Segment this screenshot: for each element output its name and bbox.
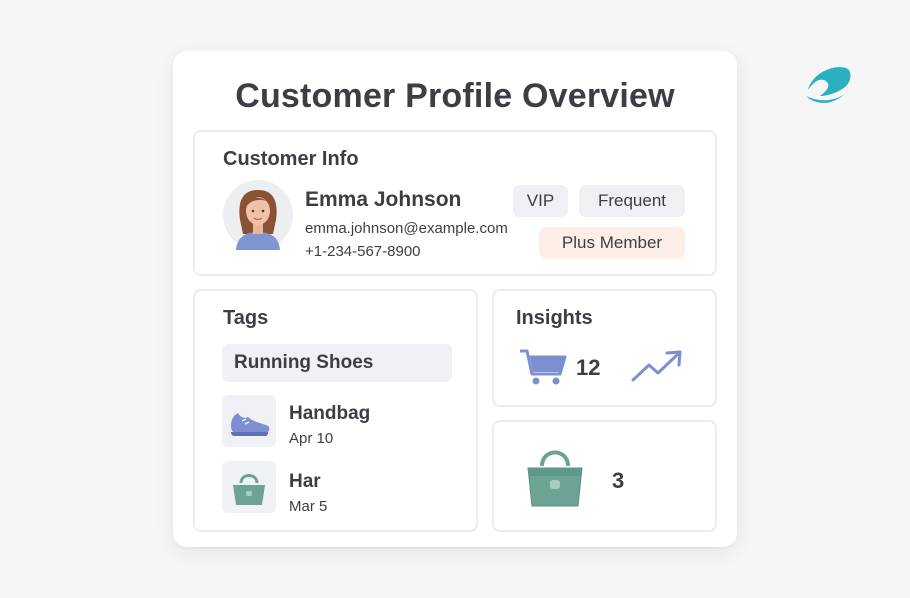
list-item-date: Apr 10 — [289, 430, 334, 447]
customer-info-heading: Customer Info — [223, 148, 359, 170]
customer-phone: +1-234-567-8900 — [305, 243, 421, 260]
tag-running-shoes[interactable]: Running Shoes — [222, 344, 452, 382]
insights-heading: Insights — [516, 307, 593, 329]
badge-plus-member: Plus Member — [539, 227, 685, 259]
bag-stats-panel: 3 — [492, 420, 717, 532]
list-item-name: Har — [289, 471, 321, 492]
shoe-icon — [231, 413, 270, 436]
customer-info-panel: Customer Info Emma Johnson emma.johnson@… — [193, 130, 717, 276]
bag-count: 3 — [612, 468, 625, 493]
tags-heading: Tags — [223, 307, 269, 329]
list-item-icon — [222, 395, 276, 447]
handbag-icon — [527, 450, 583, 507]
avatar — [223, 180, 293, 250]
profile-card: Customer Profile Overview Customer Info … — [173, 51, 737, 547]
cart-count: 12 — [576, 355, 601, 380]
list-item-icon — [222, 461, 276, 513]
list-item-date: Mar 5 — [289, 498, 328, 515]
badge-frequent: Frequent — [579, 185, 685, 217]
insights-panel: Insights 12 — [492, 289, 717, 407]
cart-icon — [520, 349, 567, 385]
badge-vip: VIP — [513, 185, 568, 217]
trend-up-icon — [631, 350, 682, 382]
handbag-icon — [233, 474, 265, 505]
customer-name: Emma Johnson — [305, 188, 462, 211]
list-item-name: Handbag — [289, 403, 371, 424]
customer-email: emma.johnson@example.com — [305, 220, 508, 237]
tags-panel: Tags Running Shoes Handbag Apr 10 Har Ma… — [193, 289, 478, 532]
page-title: Customer Profile Overview — [235, 77, 675, 115]
brand-logo-icon — [806, 67, 851, 103]
